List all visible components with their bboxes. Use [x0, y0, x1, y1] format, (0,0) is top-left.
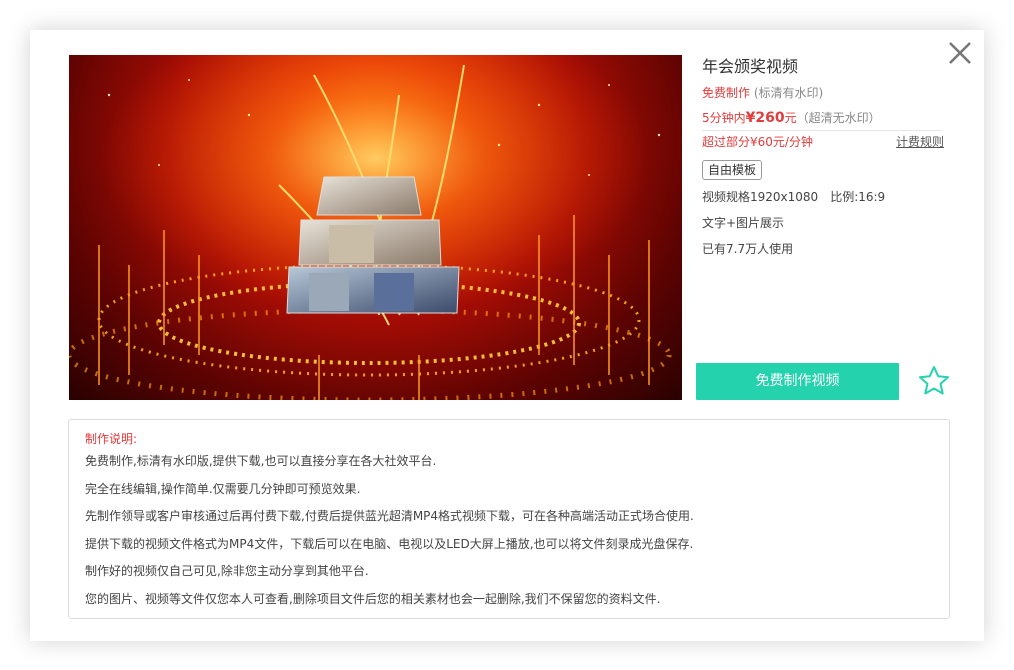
- description-title: 制作说明:: [85, 432, 138, 446]
- price-note: （超清无水印）: [796, 111, 881, 125]
- free-note: (标清有水印): [753, 86, 824, 100]
- price-line: 5分钟内¥260元（超清无水印）: [702, 107, 944, 129]
- make-video-button[interactable]: 免费制作视频: [696, 363, 899, 400]
- extra-price: 超过部分¥60元/分钟: [702, 135, 813, 149]
- product-title: 年会颁奖视频: [702, 57, 799, 76]
- billing-rules-link[interactable]: 计费规则: [896, 132, 944, 152]
- price-unit: 元: [784, 111, 797, 125]
- description-item: 制作好的视频仅自己可见,除非您主动分享到其他平台.: [85, 564, 369, 578]
- video-spec: 视频规格1920x1080 比例:16:9: [702, 184, 944, 210]
- description-box: 制作说明: 免费制作,标清有水印版,提供下载,也可以直接分享在各大社效平台. 完…: [68, 419, 950, 619]
- price-value: ¥260: [745, 110, 785, 126]
- description-item: 免费制作,标清有水印版,提供下载,也可以直接分享在各大社效平台.: [85, 454, 437, 468]
- content-type: 文字+图片展示: [702, 216, 785, 230]
- description-item: 提供下载的视频文件格式为MP4文件，下载后可以在电脑、电视以及LED大屏上播放,…: [85, 536, 694, 551]
- price-prefix: 5分钟内: [702, 111, 746, 125]
- product-info-panel: 年会颁奖视频 免费制作 (标清有水印) 5分钟内¥260元（超清无水印） 超过部…: [702, 55, 944, 262]
- spec-resolution: 视频规格1920x1080: [702, 190, 819, 204]
- extra-price-line: 超过部分¥60元/分钟 计费规则: [702, 132, 944, 152]
- video-preview-image[interactable]: [69, 55, 682, 400]
- description-item: 先制作领导或客户审核通过后再付费下载,付费后提供蓝光超清MP4格式视频下载，可在…: [85, 509, 694, 523]
- close-icon[interactable]: [947, 40, 973, 66]
- description-item: 完全在线编辑,操作简单.仅需要几分钟即可预览效果.: [85, 481, 361, 496]
- usage-count: 已有7.7万人使用: [702, 242, 794, 256]
- free-label: 免费制作: [702, 86, 751, 100]
- spec-ratio: 比例:16:9: [830, 190, 886, 204]
- template-detail-modal: 年会颁奖视频 免费制作 (标清有水印) 5分钟内¥260元（超清无水印） 超过部…: [30, 30, 984, 641]
- free-plan-line: 免费制作 (标清有水印): [702, 83, 944, 103]
- divider: [702, 130, 942, 131]
- star-outline-icon[interactable]: [917, 364, 951, 398]
- preview-artwork: [69, 55, 682, 400]
- template-tag: 自由模板: [702, 160, 763, 180]
- description-item: 您的图片、视频等文件仅您本人可查看,删除项目文件后您的相关素材也会一起删除,我们…: [85, 591, 661, 606]
